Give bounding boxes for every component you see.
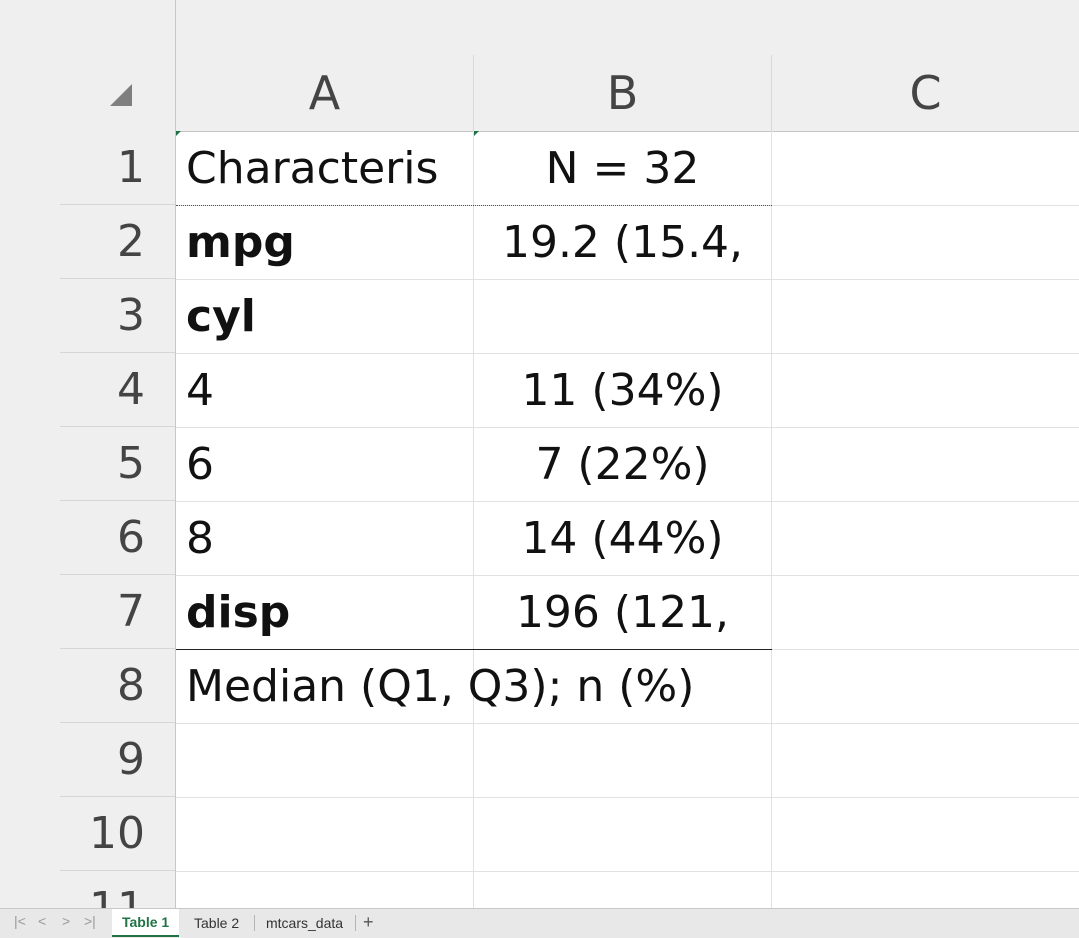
cell-grid[interactable]: Characteris N = 32 mpg 19.2 (15.4, cyl 4… [176, 131, 1079, 908]
tab-table-2[interactable]: Table 2 [184, 909, 249, 937]
cell-b4[interactable]: 11 (34%) [474, 353, 771, 427]
cell-b3[interactable] [474, 279, 771, 353]
cell-b6[interactable]: 14 (44%) [474, 501, 771, 575]
cell-a7[interactable]: disp [176, 575, 473, 649]
gridline [771, 131, 772, 908]
cell-a2[interactable]: mpg [176, 205, 473, 279]
first-sheet-icon[interactable]: |< [14, 913, 26, 929]
select-all-corner[interactable] [0, 0, 176, 131]
gridline [176, 723, 1079, 724]
column-header-b[interactable]: B [474, 55, 772, 131]
cell-b2[interactable]: 19.2 (15.4, [474, 205, 771, 279]
cell-a4[interactable]: 4 [176, 353, 473, 427]
row-header-5[interactable]: 5 [60, 427, 175, 501]
row-header-10[interactable]: 10 [60, 797, 175, 871]
cell-b7[interactable]: 196 (121, [474, 575, 771, 649]
row-header-9[interactable]: 9 [60, 723, 175, 797]
gridline [176, 797, 1079, 798]
tab-table-1[interactable]: Table 1 [112, 909, 180, 937]
row-header-7[interactable]: 7 [60, 575, 175, 649]
tab-mtcars-data[interactable]: mtcars_data [256, 909, 353, 937]
tab-separator [254, 915, 255, 931]
tab-separator [355, 915, 356, 931]
row-header-3[interactable]: 3 [60, 279, 175, 353]
select-all-icon [110, 84, 132, 106]
gridline [176, 871, 1079, 872]
row-header-11[interactable]: 11 [60, 871, 175, 909]
spreadsheet-area[interactable]: A B C 1 2 3 4 5 6 7 8 9 10 11 Characteri… [0, 0, 1079, 908]
last-sheet-icon[interactable]: >| [84, 913, 96, 929]
cell-a1[interactable]: Characteris [176, 131, 473, 205]
cell-a6[interactable]: 8 [176, 501, 473, 575]
row-header-2[interactable]: 2 [60, 205, 175, 279]
cell-a8-footnote[interactable]: Median (Q1, Q3); n (%) [176, 649, 772, 723]
next-sheet-icon[interactable]: > [62, 913, 70, 929]
column-header-bar: A B C [0, 0, 1079, 132]
row-header-1[interactable]: 1 [60, 131, 175, 205]
add-sheet-icon[interactable]: + [363, 912, 374, 933]
cell-a5[interactable]: 6 [176, 427, 473, 501]
row-header-bar: 1 2 3 4 5 6 7 8 9 10 11 [0, 131, 176, 908]
column-header-c[interactable]: C [772, 55, 1079, 131]
row-header-6[interactable]: 6 [60, 501, 175, 575]
cell-b5[interactable]: 7 (22%) [474, 427, 771, 501]
cell-a3[interactable]: cyl [176, 279, 473, 353]
row-header-4[interactable]: 4 [60, 353, 175, 427]
column-header-a[interactable]: A [176, 55, 474, 131]
cell-b1[interactable]: N = 32 [474, 131, 771, 205]
sheet-tab-bar: |< < > >| Table 1 Table 2 mtcars_data + [0, 908, 1079, 938]
prev-sheet-icon[interactable]: < [38, 913, 46, 929]
row-header-8[interactable]: 8 [60, 649, 175, 723]
